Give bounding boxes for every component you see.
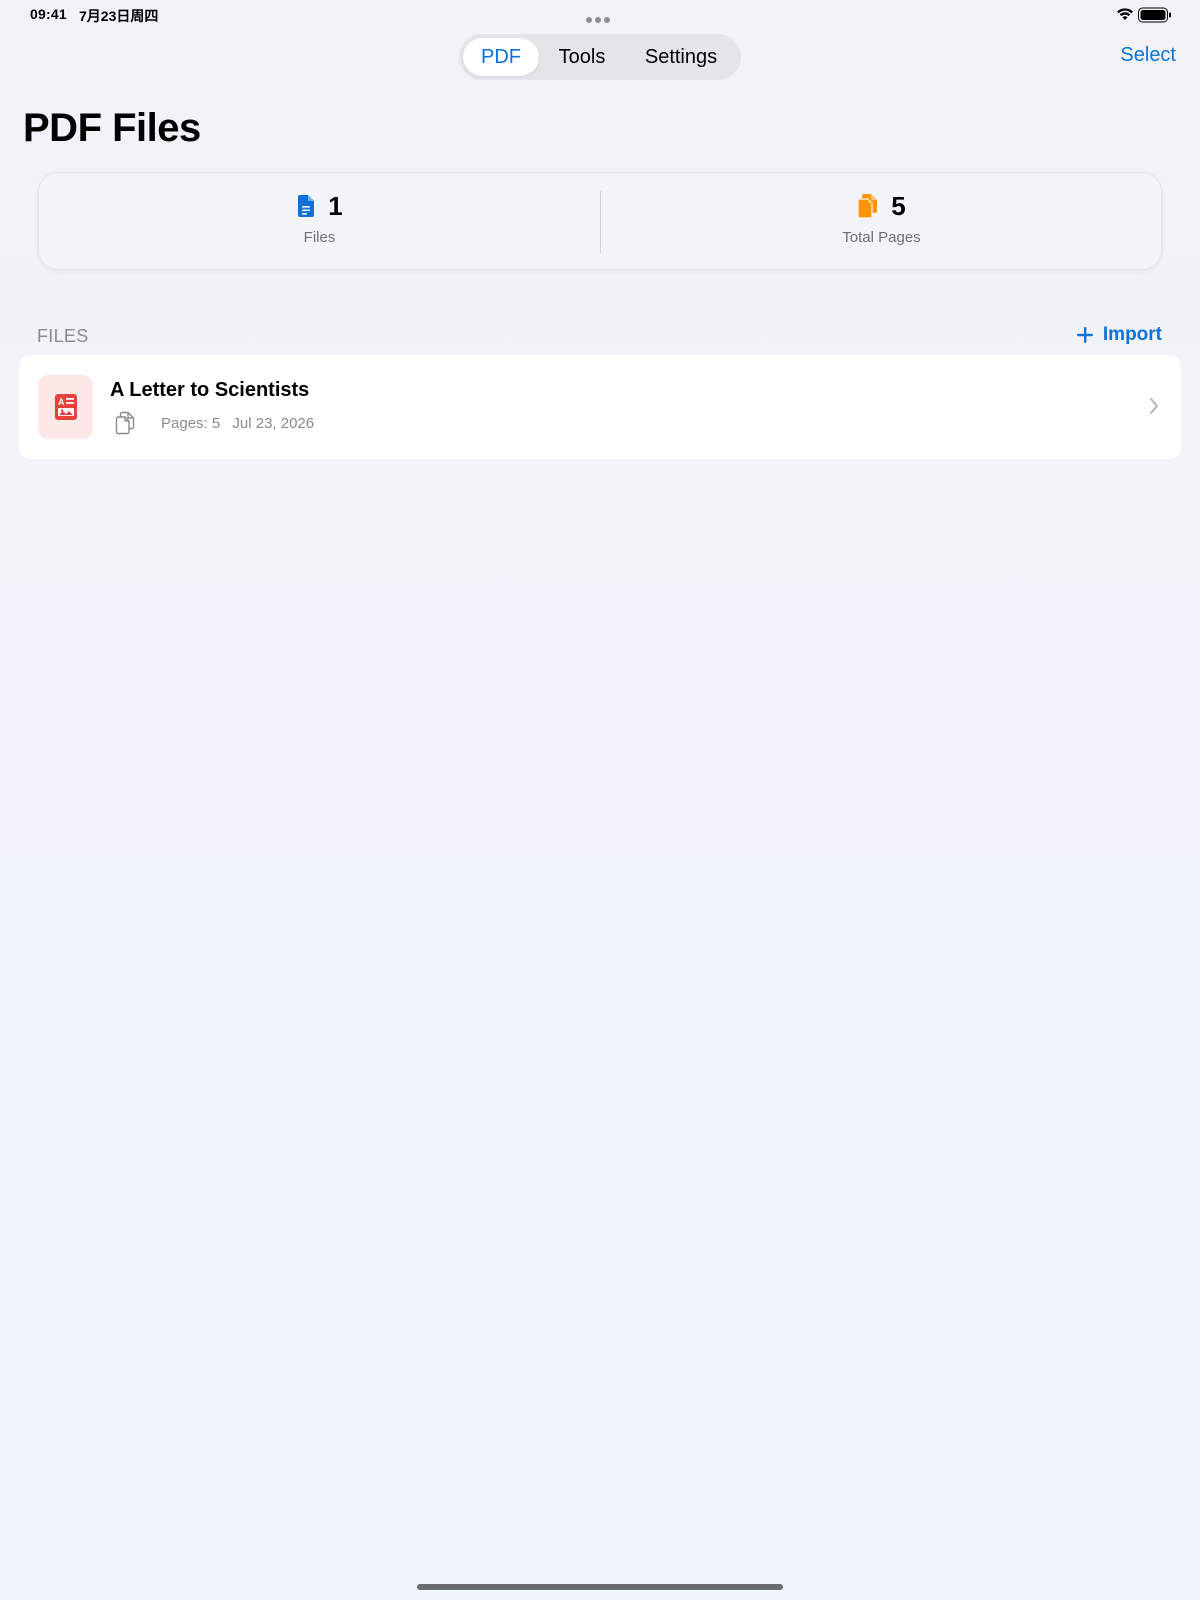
files-label: Files [303,229,336,246]
select-button[interactable]: Select [1120,44,1176,67]
pages-icon [857,194,878,219]
file-list: A A Letter to Scientists Pages: 5 Jul 23… [19,355,1181,459]
file-meta: Pages: 5 Jul 23, 2026 [161,415,322,432]
tab-settings[interactable]: Settings [625,38,737,76]
tab-pdf[interactable]: PDF [463,38,539,76]
battery-full-icon [1138,7,1171,23]
total-pages-count: 5 [891,190,906,221]
wifi-icon [1117,8,1133,20]
status-time: 09:41 [30,6,67,22]
total-pages-label: Total Pages [842,229,921,246]
tab-segmented-control: PDF Tools Settings [459,34,741,80]
home-indicator[interactable] [417,1584,783,1590]
list-item[interactable]: A A Letter to Scientists Pages: 5 Jul 23… [19,355,1181,459]
stats-card: 1 Files 5 Total Pages [38,172,1162,270]
files-count: 1 [328,190,343,221]
file-thumbnail: A [38,375,93,439]
stat-files: 1 Files [39,191,600,246]
tab-tools[interactable]: Tools [539,38,625,76]
plus-icon [1076,327,1093,343]
status-bar: 09:41 7月23日周四 [0,0,1200,30]
multitasking-dots-icon[interactable] [586,10,614,23]
document-icon [298,195,315,217]
files-section-header: FILES [37,326,89,346]
screen: 09:41 7月23日周四 PDF Tools Settings Select … [0,0,1200,1600]
import-button[interactable]: Import [1076,324,1162,346]
file-page-count: Pages: 5 [161,415,221,432]
page-title: PDF Files [23,106,201,150]
file-date: Jul 23, 2026 [232,415,315,432]
status-date: 7月23日周四 [79,8,159,24]
import-label: Import [1102,324,1162,345]
pages-outline-icon [115,411,135,435]
stat-total-pages: 5 Total Pages [601,190,1162,247]
svg-text:A: A [58,397,65,407]
file-name: A Letter to Scientists [110,379,310,401]
pdf-document-icon: A [54,394,77,420]
chevron-right-icon [1150,398,1158,414]
